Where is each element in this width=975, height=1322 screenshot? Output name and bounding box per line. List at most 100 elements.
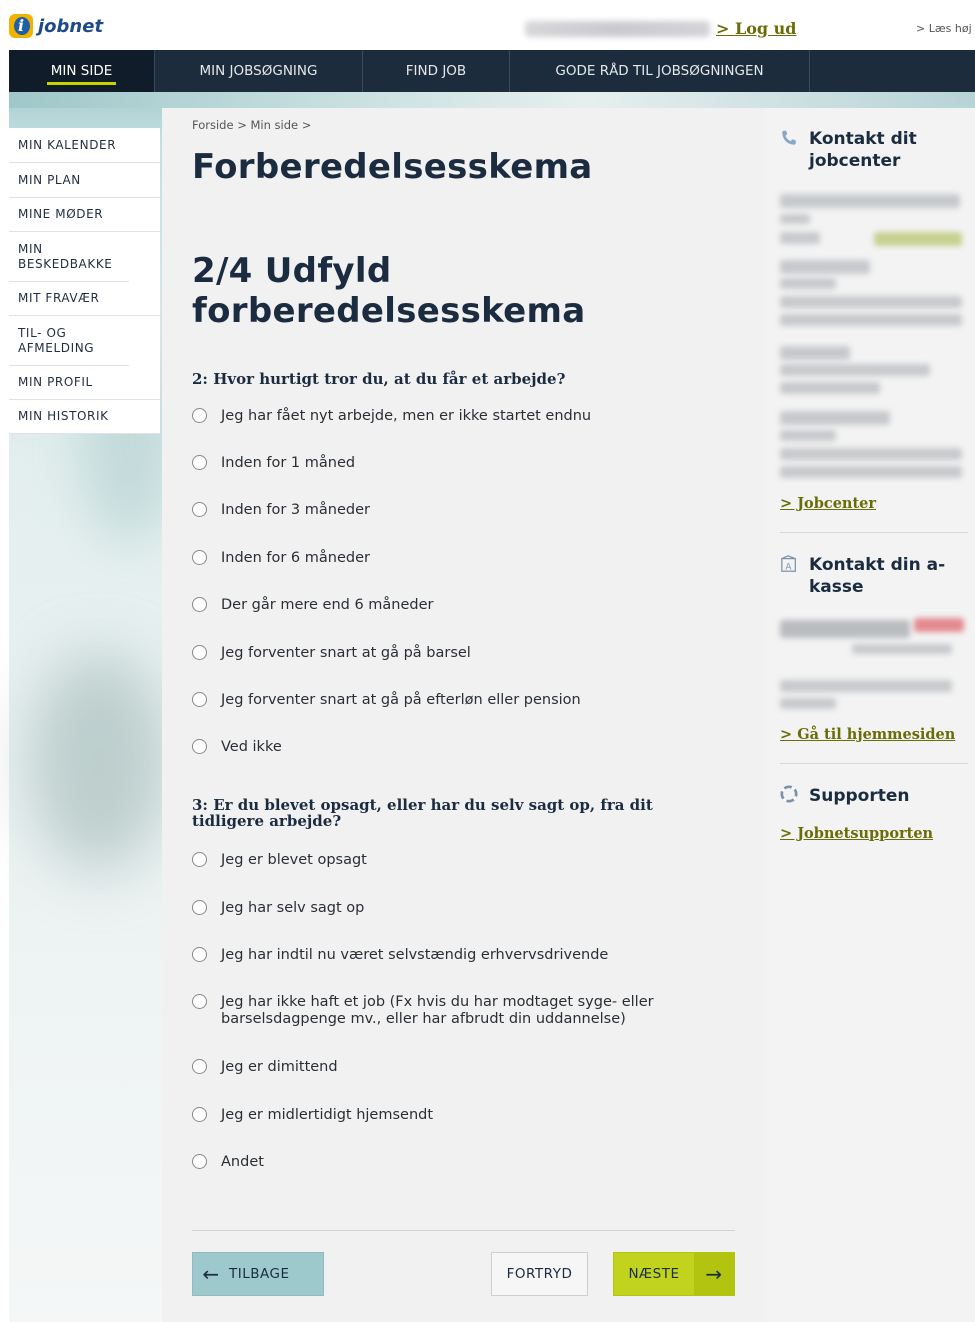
sidebar-item-historik[interactable]: MIN HISTORIK (9, 400, 160, 434)
radio-button[interactable] (192, 597, 207, 612)
bg-decoration (29, 652, 169, 872)
redacted-text (780, 232, 820, 244)
akasse-website-link[interactable]: > Gå til hjemmesiden (780, 726, 955, 743)
q3-option[interactable]: Jeg har indtil nu været selvstændig erhv… (192, 947, 608, 964)
q2-option[interactable]: Der går mere end 6 måneder (192, 597, 434, 614)
redacted-text (852, 644, 952, 654)
redacted-text (780, 448, 962, 460)
question-3: 3: Er du blevet opsagt, eller har du sel… (192, 796, 653, 830)
option-label: Inden for 6 måneder (221, 550, 370, 566)
q3-option[interactable]: Jeg er midlertidigt hjemsendt (192, 1107, 433, 1124)
sidebar-item-label: MIT FRAVÆR (18, 291, 100, 305)
cancel-label: FORTRYD (506, 1266, 573, 1282)
q2-option[interactable]: Inden for 6 måneder (192, 550, 370, 567)
breadcrumb-home[interactable]: Forside (192, 118, 234, 132)
radio-button[interactable] (192, 1154, 207, 1169)
jobcenter-link[interactable]: > Jobcenter (780, 495, 876, 512)
akasse-logo (914, 618, 964, 632)
breadcrumb-current[interactable]: Min side (250, 118, 298, 132)
next-button[interactable]: NÆSTE → (613, 1252, 735, 1296)
sidebar-item-moeder[interactable]: MINE MØDER (9, 198, 160, 232)
radio-button[interactable] (192, 502, 207, 517)
option-label: Ved ikke (221, 739, 282, 755)
q2-option[interactable]: Jeg forventer snart at gå på efterløn el… (192, 692, 581, 709)
redacted-text (780, 278, 836, 289)
option-label: Jeg har fået nyt arbejde, men er ikke st… (221, 408, 592, 424)
redacted-text (780, 194, 960, 208)
akasse-icon: A (781, 555, 796, 572)
nav-find-job[interactable]: FIND JOB (363, 50, 510, 92)
sidebar-item-beskedbakke[interactable]: MIN BESKEDBAKKE (9, 232, 129, 282)
sidebar-item-label: MIN BESKEDBAKKE (18, 241, 113, 271)
active-underline (47, 82, 116, 85)
sidebar-item-label: TIL- OG AFMELDING (18, 325, 95, 355)
option-label: Jeg har ikke haft et job (Fx hvis du har… (221, 994, 654, 1027)
arrow-left-icon: ← (202, 1262, 220, 1286)
main-nav: MIN SIDE MIN JOBSØGNING FIND JOB GODE RÅ… (9, 50, 975, 92)
option-label: Jeg er midlertidigt hjemsendt (221, 1107, 434, 1123)
page-title: Forberedelsesskema (192, 147, 593, 187)
contact-jobcenter-title: Kontakt dit jobcenter (809, 129, 917, 171)
question-2: 2: Hvor hurtigt tror du, at du får et ar… (192, 370, 566, 388)
nav-min-side[interactable]: MIN SIDE (9, 50, 155, 92)
radio-button[interactable] (192, 852, 207, 867)
q3-option[interactable]: Andet (192, 1154, 264, 1171)
radio-button[interactable] (192, 455, 207, 470)
nav-min-jobsoegning[interactable]: MIN JOBSØGNING (155, 50, 363, 92)
radio-button[interactable] (192, 692, 207, 707)
cancel-button[interactable]: FORTRYD (491, 1252, 588, 1296)
sidebar-divider (780, 763, 968, 764)
phone-icon (782, 130, 796, 145)
option-label: Jeg er blevet opsagt (221, 852, 367, 868)
bg-strip (9, 92, 975, 108)
breadcrumb: Forside > Min side > (192, 118, 311, 132)
nav-gode-raad[interactable]: GODE RÅD TIL JOBSØGNINGEN (510, 50, 810, 92)
q3-option[interactable]: Jeg er dimittend (192, 1059, 338, 1076)
radio-button[interactable] (192, 1059, 207, 1074)
sidebar-item-label: MIN PROFIL (18, 375, 93, 389)
option-label: Jeg forventer snart at gå på barsel (221, 645, 471, 661)
nav-label: MIN JOBSØGNING (199, 63, 318, 79)
redacted-text (780, 430, 836, 441)
contact-akasse-title: Kontakt din a-kasse (809, 555, 946, 597)
q3-option[interactable]: Jeg har selv sagt op (192, 900, 364, 917)
radio-button[interactable] (192, 994, 207, 1009)
q2-option[interactable]: Ved ikke (192, 739, 282, 756)
q2-option[interactable]: Inden for 3 måneder (192, 502, 370, 519)
q3-option[interactable]: Jeg er blevet opsagt (192, 852, 367, 869)
sidebar-item-plan[interactable]: MIN PLAN (9, 163, 160, 198)
redacted-text (780, 466, 962, 478)
q2-option[interactable]: Jeg forventer snart at gå på barsel (192, 645, 471, 662)
redacted-text (780, 260, 870, 274)
radio-button[interactable] (192, 900, 207, 915)
back-label: TILBAGE (229, 1266, 290, 1282)
sidebar-item-fravaer[interactable]: MIT FRAVÆR (9, 282, 160, 316)
radio-button[interactable] (192, 408, 207, 423)
radio-button[interactable] (192, 947, 207, 962)
q2-option[interactable]: Inden for 1 måned (192, 455, 355, 472)
jobnet-logo[interactable]: i jobnet (9, 14, 103, 38)
q2-option[interactable]: Jeg har fået nyt arbejde, men er ikke st… (192, 408, 591, 425)
logout-link[interactable]: > Log ud (716, 19, 796, 38)
sidebar-item-profil[interactable]: MIN PROFIL (9, 366, 160, 400)
option-label: Jeg har selv sagt op (221, 900, 365, 916)
sidebar-item-kalender[interactable]: MIN KALENDER (9, 128, 160, 163)
redacted-text (780, 364, 930, 376)
sidebar-item-label: MIN HISTORIK (18, 409, 109, 423)
back-button[interactable]: ← TILBAGE (192, 1252, 324, 1296)
radio-button[interactable] (192, 645, 207, 660)
option-label: Der går mere end 6 måneder (221, 597, 434, 613)
breadcrumb-separator: > (301, 118, 312, 132)
read-aloud-link[interactable]: > Læs høj (916, 22, 972, 35)
sidebar-item-afmelding[interactable]: TIL- OG AFMELDING (9, 316, 129, 366)
form-divider (192, 1230, 735, 1231)
radio-button[interactable] (192, 550, 207, 565)
jobnet-support-link[interactable]: > Jobnetsupporten (780, 825, 933, 842)
radio-button[interactable] (192, 739, 207, 754)
option-label: Inden for 1 måned (221, 455, 356, 471)
nav-label: FIND JOB (405, 63, 467, 79)
q3-option[interactable]: Jeg har ikke haft et job (Fx hvis du har… (192, 994, 712, 1028)
radio-button[interactable] (192, 1107, 207, 1122)
side-menu: MIN KALENDER MIN PLAN MINE MØDER MIN BES… (9, 128, 160, 434)
option-label: Jeg er dimittend (221, 1059, 338, 1075)
